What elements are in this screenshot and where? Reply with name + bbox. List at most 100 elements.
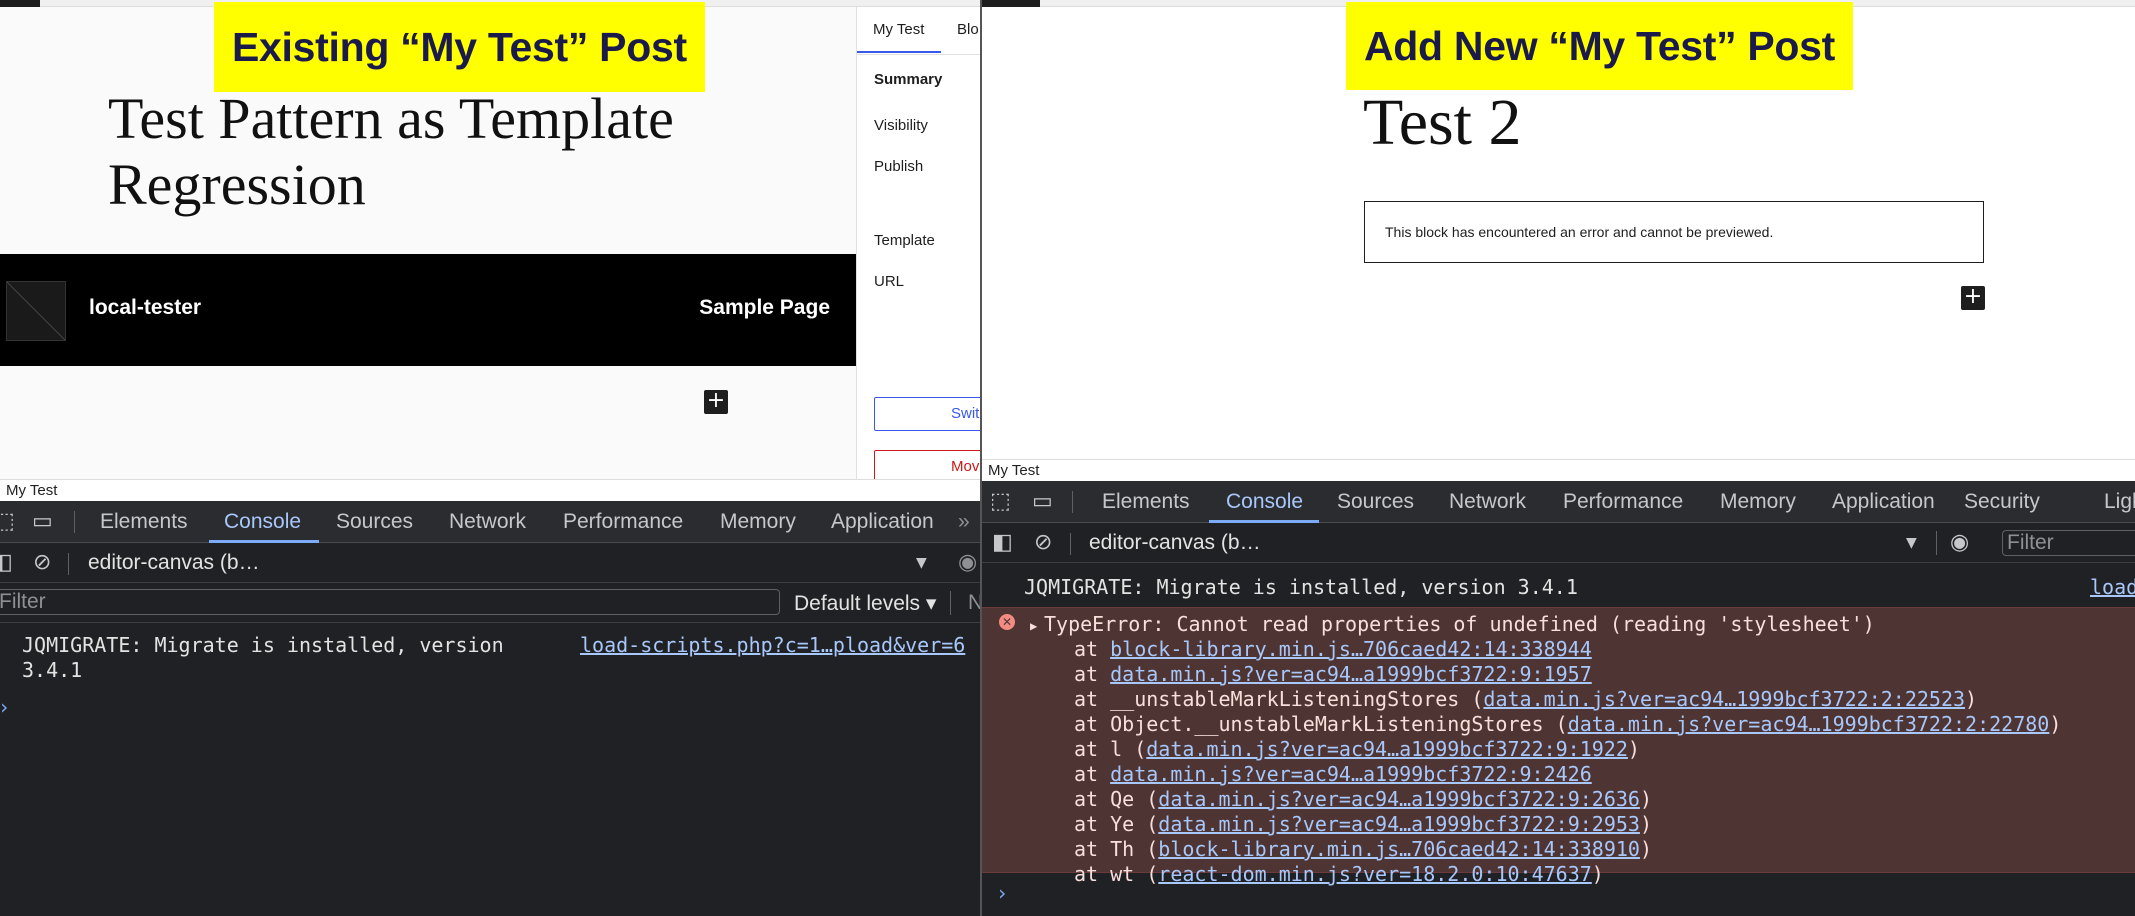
chevron-down-icon[interactable]: ▼ [916,555,927,571]
logo-placeholder-icon [7,282,65,340]
stack-frame: at Th (block-library.min.js…706caed42:14… [1074,837,1652,862]
device-toolbar-icon[interactable]: ▭ [1032,481,1053,523]
stack-frame-suffix: ) [1627,737,1640,761]
clear-console-icon[interactable]: ⊘ [1034,522,1052,564]
stack-frame-link[interactable]: block-library.min.js…706caed42:14:338944 [1110,637,1592,661]
sidebar-toggle-icon[interactable]: ◧ [0,542,13,584]
site-title[interactable]: local-tester [89,296,201,320]
tab-network[interactable]: Network [1449,481,1526,523]
tab-memory[interactable]: Memory [720,501,796,543]
error-icon: ✕ [999,614,1015,630]
divider [1070,533,1071,555]
source-link[interactable]: load [2090,575,2135,599]
tab-post[interactable]: My Test [873,21,924,38]
console-error-message[interactable]: ✕ ▶ TypeError: Cannot read properties of… [982,607,2135,886]
toolbar-edge [982,0,1040,7]
inspect-element-icon[interactable]: ⬚ [0,501,15,543]
site-header-block[interactable]: local-tester Sample Page [0,254,856,366]
stack-frame-link[interactable]: data.min.js?ver=ac94…a1999bcf3722:9:1922 [1146,737,1628,761]
tab-sources[interactable]: Sources [1337,481,1414,523]
stack-frame-link[interactable]: block-library.min.js…706caed42:14:338910 [1158,837,1640,861]
divider [68,553,69,575]
block-error-warning[interactable]: This block has encountered an error and … [1364,201,1984,263]
block-inserter-button[interactable]: + [704,390,728,414]
stack-frame-link[interactable]: data.min.js?ver=ac94…a1999bcf3722:9:2636 [1158,787,1640,811]
stack-frame: at data.min.js?ver=ac94…a1999bcf3722:9:1… [1074,662,1592,687]
visibility-label: Visibility [874,117,928,134]
filter-input[interactable]: Filter [0,589,780,615]
stack-frame-prefix: at [1074,762,1111,786]
tab-performance[interactable]: Performance [1563,481,1683,523]
tab-elements[interactable]: Elements [1102,481,1190,523]
tab-network[interactable]: Network [449,501,526,543]
stack-frame-link[interactable]: data.min.js?ver=ac94…a1999bcf3722:9:2426 [1110,762,1592,786]
devtools-panel: ⬚ ▭ Elements Console Sources Network Per… [982,481,2135,916]
stack-frame: at block-library.min.js…706caed42:14:338… [1074,637,1592,662]
stack-frame-suffix: ) [2049,712,2062,736]
stack-frame-prefix: at Ye ( [1074,812,1159,836]
right-window: Add New “My Test” Post Test 2 This block… [980,0,2135,916]
chevron-down-icon[interactable]: ▼ [1906,535,1917,551]
context-selector[interactable]: editor-canvas (b… [1089,531,1261,555]
issues-counter[interactable]: N [968,591,980,615]
summary-heading[interactable]: Summary [874,71,942,88]
stack-frame: at __unstableMarkListeningStores (data.m… [1074,687,1977,712]
tab-sources[interactable]: Sources [336,501,413,543]
stack-frame-prefix: at __unstableMarkListeningStores ( [1074,687,1484,711]
nav-link-sample-page[interactable]: Sample Page [699,296,830,320]
console-message: 3.4.1 [22,658,83,682]
tab-security[interactable]: Security [1964,481,2040,523]
console-prompt[interactable]: › [996,881,1008,905]
stack-frame-prefix: at Qe ( [1074,787,1159,811]
error-headline: TypeError: Cannot read properties of und… [1044,612,1875,636]
post-title[interactable]: Test Pattern as Template Regression [108,86,674,218]
stack-frame: at l (data.min.js?ver=ac94…a1999bcf3722:… [1074,737,1640,762]
stack-frame: at wt (react-dom.min.js?ver=18.2.0:10:47… [1074,862,1604,887]
active-tab-indicator [857,51,941,53]
tab-console[interactable]: Console [1226,481,1303,523]
tab-performance[interactable]: Performance [563,501,683,543]
devtools-tabbar: ⬚ ▭ Elements Console Sources Network Per… [982,481,2135,523]
annotation-banner: Add New “My Test” Post [1346,2,1854,90]
filter-bar: Filter Default levels ▾ N [0,583,980,623]
eye-icon[interactable]: ◉ [958,542,977,584]
filter-input[interactable]: Filter [2002,530,2135,556]
tab-block[interactable]: Blo [957,21,979,38]
stack-frame-suffix: ) [1591,862,1604,886]
tab-console[interactable]: Console [224,501,301,543]
console-toolbar: ◧ ⊘ editor-canvas (b… ▼ ◉ Filter [982,523,2135,563]
window-status-title: My Test [982,459,2135,481]
tab-elements[interactable]: Elements [100,501,188,543]
post-title[interactable]: Test 2 [1363,88,1522,158]
stack-frame-link[interactable]: data.min.js?ver=ac94…1999bcf3722:2:22523 [1483,687,1965,711]
stack-frame-link[interactable]: react-dom.min.js?ver=18.2.0:10:47637 [1158,862,1591,886]
stack-frame: at Ye (data.min.js?ver=ac94…a1999bcf3722… [1074,812,1652,837]
context-selector[interactable]: editor-canvas (b… [88,551,260,575]
stack-frame-link[interactable]: data.min.js?ver=ac94…1999bcf3722:2:22780 [1568,712,2050,736]
device-toolbar-icon[interactable]: ▭ [32,501,53,543]
switch-to-draft-button[interactable]: Switc [874,397,980,431]
source-link[interactable]: load-scripts.php?c=1…pload&ver=6 [580,633,980,657]
site-logo-placeholder[interactable] [6,281,66,341]
tab-application[interactable]: Application [1832,481,1935,523]
sidebar-toggle-icon[interactable]: ◧ [992,522,1013,564]
url-label: URL [874,273,905,290]
console-prompt[interactable]: › [0,695,10,719]
block-inserter-button[interactable]: + [1961,286,1985,310]
clear-console-icon[interactable]: ⊘ [33,542,51,584]
divider [1072,491,1073,513]
stack-frame-suffix: ) [1639,787,1652,811]
devtools-panel: ⬚ ▭ Elements Console Sources Network Per… [0,501,980,916]
expand-triangle-icon[interactable]: ▶ [1030,612,1037,640]
stack-frame-link[interactable]: data.min.js?ver=ac94…a1999bcf3722:9:1957 [1110,662,1592,686]
post-title-line: Test Pattern as Template [108,86,674,151]
more-tabs-button[interactable]: » [958,501,970,543]
tab-application[interactable]: Application [831,501,934,543]
stack-frame-link[interactable]: data.min.js?ver=ac94…a1999bcf3722:9:2953 [1158,812,1640,836]
log-levels-dropdown[interactable]: Default levels ▾ [794,591,936,616]
tab-lighthouse[interactable]: Ligh [2104,481,2135,523]
stack-frame-prefix: at l ( [1074,737,1147,761]
tab-memory[interactable]: Memory [1720,481,1796,523]
eye-icon[interactable]: ◉ [1950,522,1969,564]
inspect-element-icon[interactable]: ⬚ [990,481,1011,523]
